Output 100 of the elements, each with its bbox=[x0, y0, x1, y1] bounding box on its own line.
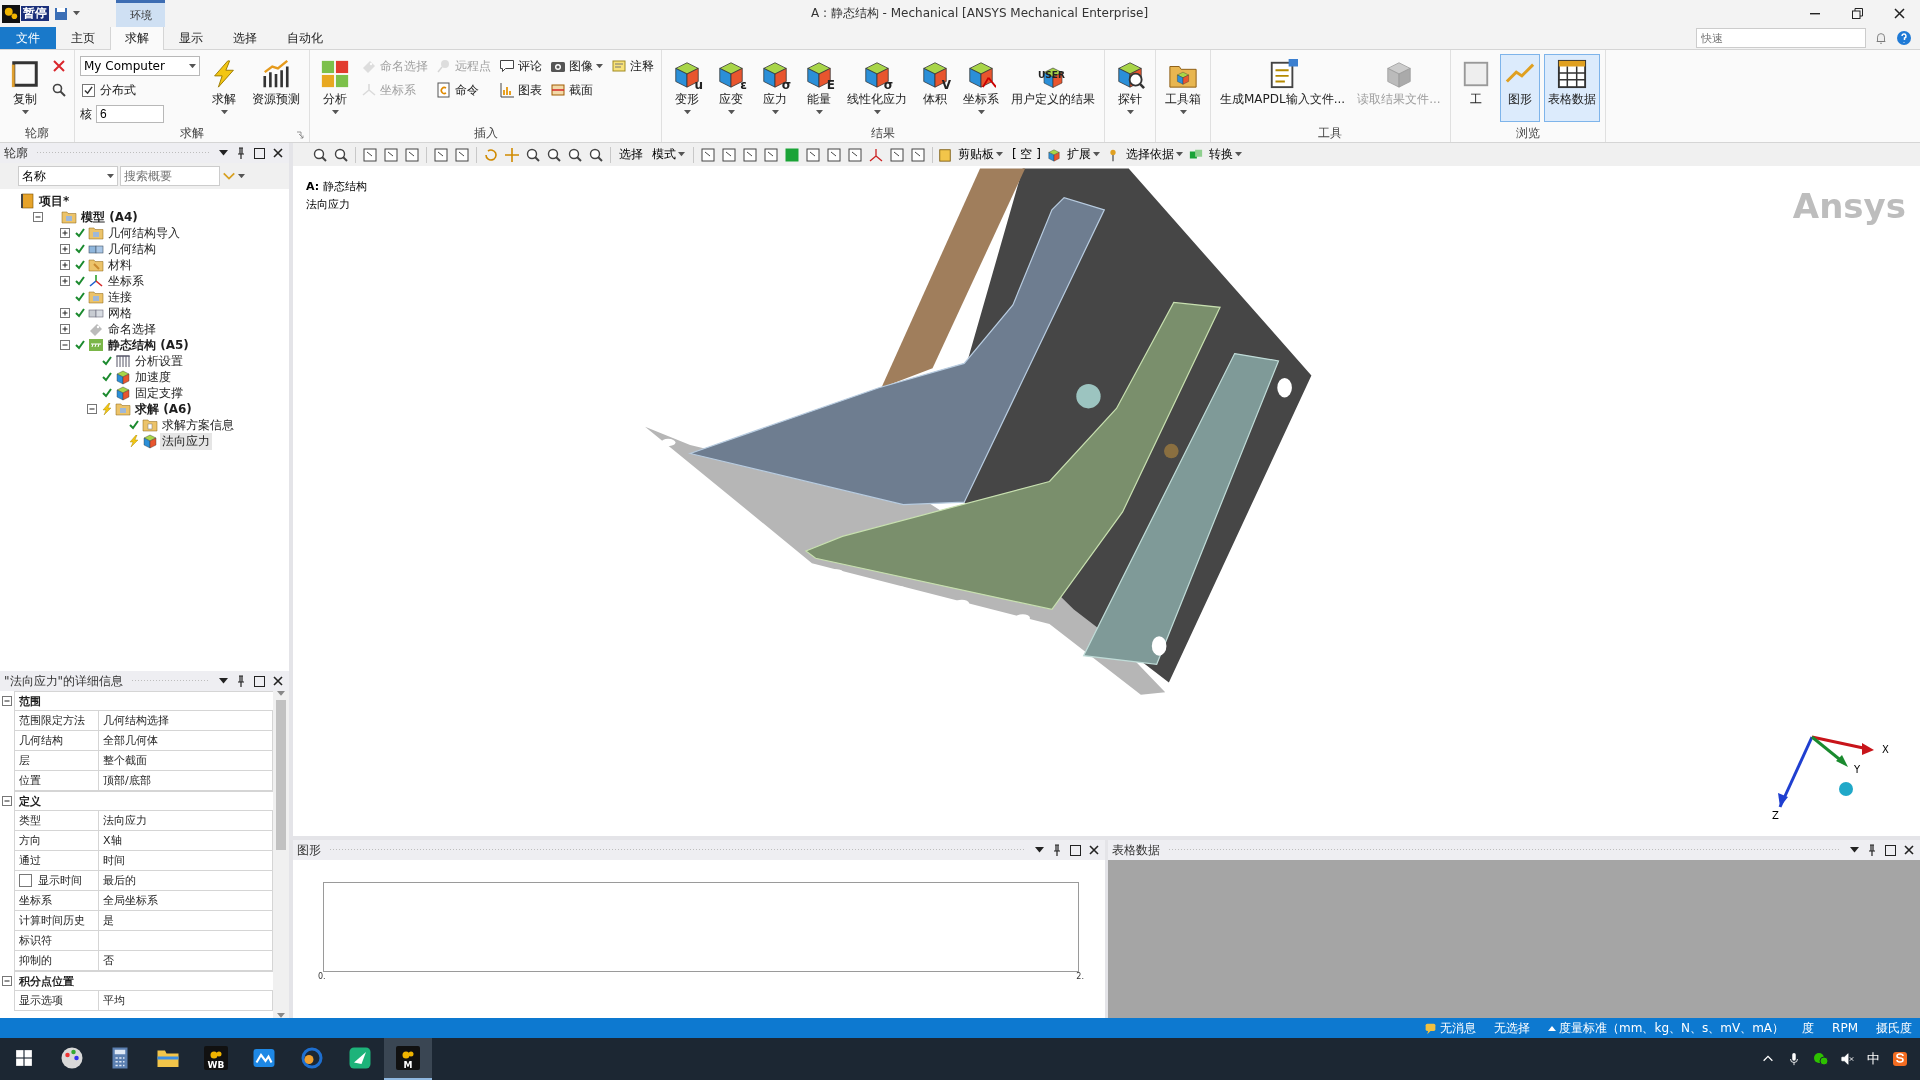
tree-item[interactable]: 分析设置 bbox=[133, 352, 185, 370]
tree-item[interactable]: 材料 bbox=[106, 256, 134, 274]
expand-toggle[interactable] bbox=[60, 260, 70, 270]
input-field[interactable]: 6 bbox=[96, 105, 164, 123]
tree-item[interactable]: 模型 (A4) bbox=[79, 208, 140, 226]
expand-toggle[interactable] bbox=[60, 340, 70, 350]
dropdown[interactable]: My Computer bbox=[80, 56, 200, 76]
ribbon-button[interactable]: 工 bbox=[1455, 54, 1496, 122]
ribbon-button[interactable]: 工具箱 bbox=[1161, 54, 1205, 122]
scrollbar[interactable] bbox=[273, 691, 289, 1018]
ribbon-button[interactable]: 复制 bbox=[5, 54, 45, 122]
maximize-button[interactable] bbox=[1883, 844, 1898, 856]
taskbar-app[interactable]: WB bbox=[192, 1038, 240, 1080]
toolbar-button[interactable] bbox=[403, 146, 421, 163]
search-field[interactable]: 快速 bbox=[1696, 28, 1866, 48]
tree-item[interactable]: 法向应力 bbox=[160, 432, 212, 450]
toolbar-button[interactable]: 模式 bbox=[649, 144, 688, 165]
toolbar-button[interactable]: 选择 bbox=[616, 144, 646, 165]
ribbon-tab[interactable]: 主页 bbox=[56, 27, 110, 49]
ribbon-button[interactable]: USER 用户定义的结果 bbox=[1007, 54, 1099, 122]
tree-item[interactable]: 静态结构 (A5) bbox=[106, 336, 191, 354]
ribbon-button[interactable]: 坐标系 bbox=[959, 54, 1003, 122]
toolbar-button[interactable] bbox=[432, 146, 450, 163]
expand-toggle[interactable] bbox=[60, 276, 70, 286]
ribbon-tab[interactable]: 求解 bbox=[110, 27, 164, 50]
scrollbar-thumb[interactable] bbox=[276, 699, 286, 850]
ribbon-button[interactable]: 分析 bbox=[315, 54, 355, 122]
ribbon-button[interactable]: 探针 bbox=[1110, 54, 1150, 122]
toolbar-button[interactable] bbox=[825, 146, 843, 163]
toolbar-button[interactable] bbox=[699, 146, 717, 163]
ribbon-button[interactable]: 命令 bbox=[434, 80, 493, 100]
toolbar-button[interactable] bbox=[332, 146, 350, 163]
maximize-button[interactable] bbox=[252, 147, 267, 159]
tree-item[interactable]: 加速度 bbox=[133, 368, 173, 386]
tree-item[interactable]: 项目* bbox=[37, 192, 72, 210]
tree-item[interactable]: 连接 bbox=[106, 288, 134, 306]
dropdown-caret[interactable] bbox=[217, 678, 230, 684]
toolbar-button[interactable] bbox=[453, 146, 471, 163]
search-field[interactable]: 搜索概要 bbox=[120, 166, 220, 186]
dropdown-caret[interactable] bbox=[1033, 847, 1046, 853]
toolbar-button[interactable] bbox=[846, 146, 864, 163]
tree-item[interactable]: 求解 (A6) bbox=[133, 400, 194, 418]
toolbar-button[interactable] bbox=[361, 146, 379, 163]
ribbon-button[interactable]: 生成MAPDL输入文件... bbox=[1216, 54, 1350, 122]
toolbar-button[interactable] bbox=[720, 146, 738, 163]
toolbar-button[interactable] bbox=[587, 146, 605, 163]
toolbar-button[interactable]: 扩展 bbox=[1064, 144, 1103, 165]
toolbar-button[interactable]: 转换 bbox=[1206, 144, 1245, 165]
ribbon-button[interactable]: 评论 bbox=[497, 56, 544, 76]
close-button[interactable] bbox=[271, 676, 285, 686]
ribbon-button[interactable]: E 能量 bbox=[799, 54, 839, 122]
toolbar-button[interactable]: 剪贴板 bbox=[955, 144, 1006, 165]
ribbon-button[interactable]: ε 应变 bbox=[711, 54, 751, 122]
toolbar-button[interactable] bbox=[566, 146, 584, 163]
expand-toggle[interactable] bbox=[60, 308, 70, 318]
dropdown-caret[interactable] bbox=[217, 150, 230, 156]
expand-toggle[interactable] bbox=[60, 324, 70, 334]
tree-item[interactable]: 命名选择 bbox=[106, 320, 158, 338]
ribbon-button[interactable]: σ 应力 bbox=[755, 54, 795, 122]
toolbar-button[interactable] bbox=[311, 146, 329, 163]
ribbon-button[interactable]: σ 线性化应力 bbox=[843, 54, 911, 122]
tree-item[interactable]: 几何结构导入 bbox=[106, 224, 182, 242]
close-button[interactable] bbox=[1087, 845, 1101, 855]
ribbon-button[interactable]: 图像 bbox=[548, 56, 605, 76]
toolbar-button[interactable] bbox=[909, 146, 927, 163]
ribbon-button[interactable]: 注释 bbox=[609, 56, 656, 76]
tree-item[interactable]: 求解方案信息 bbox=[160, 416, 236, 434]
toolbar-button[interactable] bbox=[524, 146, 542, 163]
dropdown-caret[interactable] bbox=[1848, 847, 1861, 853]
ribbon-button[interactable]: 资源预测 bbox=[248, 54, 304, 122]
ribbon-tab[interactable]: 文件 bbox=[0, 27, 56, 49]
toolbar-button[interactable]: 选择依据 bbox=[1123, 144, 1186, 165]
checkbox[interactable] bbox=[82, 83, 95, 97]
expand-toggle[interactable] bbox=[87, 404, 97, 414]
expand-toggle[interactable] bbox=[60, 244, 70, 254]
toolbar-button[interactable] bbox=[382, 146, 400, 163]
close-button[interactable] bbox=[1902, 845, 1916, 855]
ribbon-tab[interactable]: 显示 bbox=[164, 27, 218, 49]
tree-item[interactable]: 几何结构 bbox=[106, 240, 158, 258]
tree-item[interactable]: 网格 bbox=[106, 304, 134, 322]
close-button[interactable] bbox=[271, 148, 285, 158]
toolbar-button[interactable] bbox=[762, 146, 780, 163]
expand-toggle[interactable] bbox=[33, 212, 43, 222]
toolbar-button[interactable] bbox=[888, 146, 906, 163]
ribbon-button[interactable]: 表格数据 bbox=[1543, 54, 1600, 122]
ribbon-button[interactable]: 图表 bbox=[497, 80, 544, 100]
ribbon-button[interactable]: 图形 bbox=[1499, 54, 1540, 122]
ribbon-tab[interactable]: 选择 bbox=[218, 27, 272, 49]
tree-item[interactable]: 固定支撑 bbox=[133, 384, 185, 402]
ribbon-button[interactable]: 截面 bbox=[548, 80, 605, 100]
ribbon-tab[interactable]: 自动化 bbox=[272, 27, 338, 49]
expand-toggle[interactable] bbox=[60, 228, 70, 238]
toolbar-button[interactable] bbox=[741, 146, 759, 163]
taskbar-app[interactable]: M bbox=[384, 1038, 432, 1080]
ribbon-button[interactable]: u 变形 bbox=[667, 54, 707, 122]
input-method-indicator[interactable]: 中 bbox=[1867, 1050, 1880, 1068]
maximize-button[interactable] bbox=[1068, 844, 1083, 856]
checkbox[interactable] bbox=[19, 874, 32, 887]
ribbon-button[interactable]: 求解 bbox=[204, 54, 244, 122]
maximize-button[interactable] bbox=[252, 675, 267, 687]
